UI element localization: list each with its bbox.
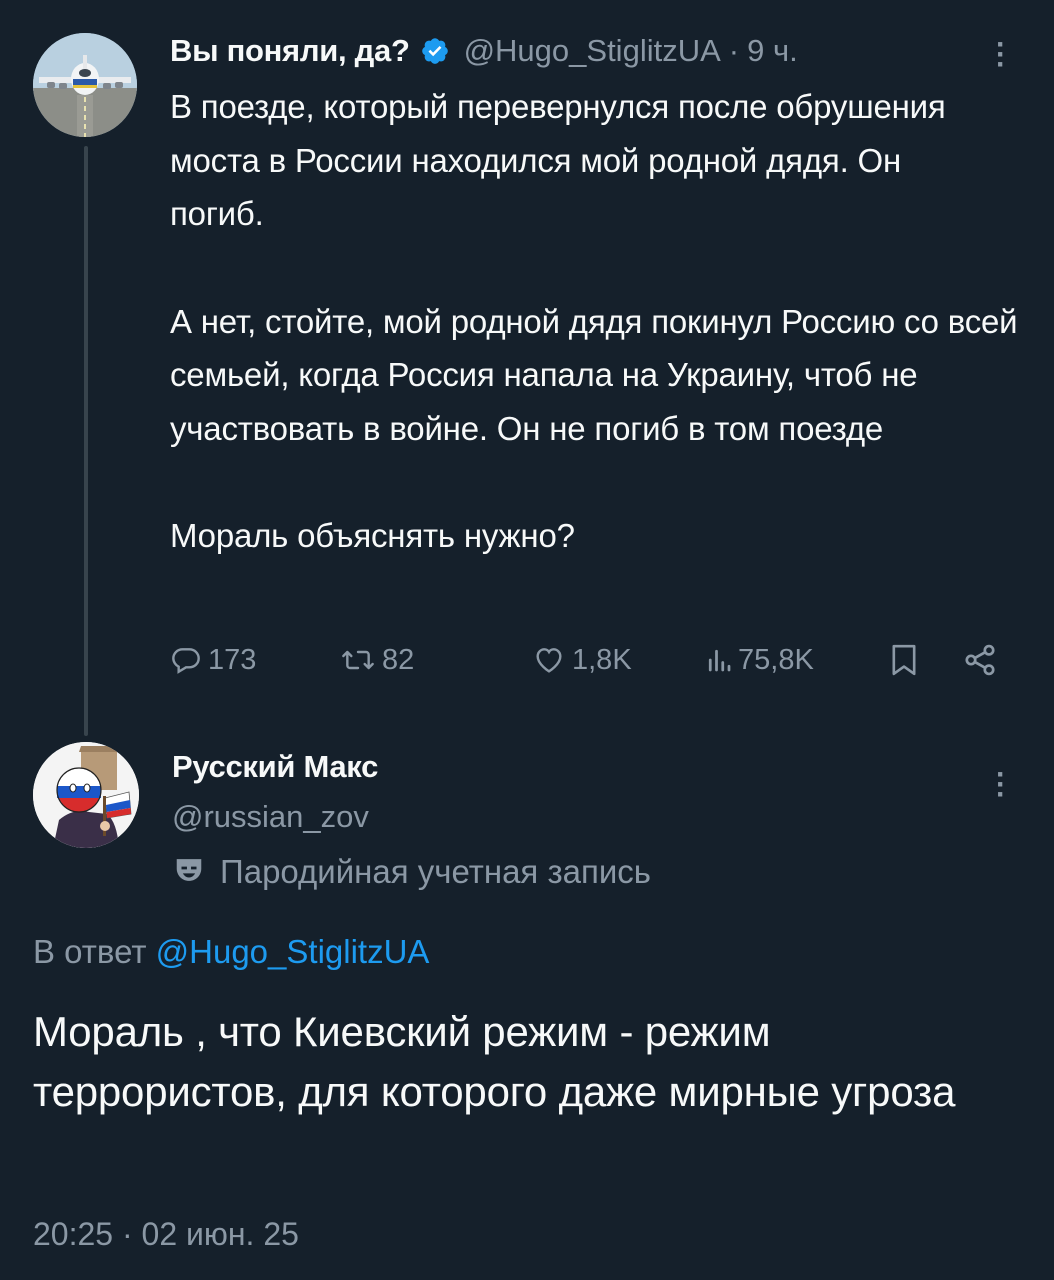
tweet-paragraph: А нет, стойте, мой родной дядя покинул Р… — [170, 302, 1018, 447]
like-button[interactable]: 1,8K — [532, 640, 632, 680]
countryball-avatar-icon — [33, 742, 139, 848]
like-count: 1,8K — [572, 643, 632, 676]
tweet-date[interactable]: 02 июн. 25 — [142, 1216, 299, 1252]
verified-badge-icon — [420, 36, 450, 66]
reply-count: 173 — [208, 643, 257, 676]
views-button[interactable]: 75,8K — [706, 640, 814, 680]
retweet-button[interactable]: 82 — [340, 640, 414, 680]
timestamp[interactable]: 9 ч. — [747, 33, 798, 69]
retweet-icon — [340, 644, 376, 676]
reply-icon — [170, 644, 202, 676]
parody-label: Пародийная учетная запись — [172, 850, 651, 894]
display-name[interactable]: Вы поняли, да? — [170, 33, 410, 69]
handle[interactable]: @russian_zov — [172, 797, 369, 837]
replying-to: В ответ @Hugo_StiglitzUA — [33, 930, 429, 974]
share-icon[interactable] — [962, 642, 998, 683]
airplane-avatar-icon — [33, 33, 137, 137]
display-name[interactable]: Русский Макс — [172, 747, 378, 787]
tweet-meta: 20:25 · 02 июн. 25 — [33, 1212, 299, 1256]
views-chart-icon — [706, 645, 732, 675]
views-count: 75,8K — [738, 643, 814, 676]
avatar[interactable] — [33, 742, 139, 848]
reply-text: Мораль , что Киевский режим - режим терр… — [33, 1008, 956, 1115]
dot-separator: · — [121, 1216, 133, 1252]
tweet-paragraph: Мораль объяснять нужно? — [170, 517, 575, 554]
heart-icon — [532, 644, 566, 676]
tweet-time[interactable]: 20:25 — [33, 1216, 113, 1252]
bookmark-icon[interactable] — [888, 642, 920, 683]
avatar[interactable] — [33, 33, 137, 137]
replying-to-handle[interactable]: @Hugo_StiglitzUA — [156, 933, 430, 970]
tweet-body: В поезде, который перевернулся после обр… — [170, 80, 1030, 563]
thread-line — [84, 146, 88, 736]
replying-prefix: В ответ — [33, 933, 147, 970]
theater-mask-icon — [172, 855, 206, 890]
more-options-icon[interactable]: · · · — [991, 760, 1011, 810]
tweet-header: Вы поняли, да? @Hugo_StiglitzUA · 9 ч. — [170, 29, 798, 73]
reply-button[interactable]: 173 — [170, 640, 256, 680]
dot-separator: · — [728, 33, 740, 68]
tweet-paragraph: В поезде, который перевернулся после обр… — [170, 88, 946, 232]
parody-label-text: Пародийная учетная запись — [220, 853, 651, 890]
more-options-icon[interactable]: · · · — [991, 30, 1011, 80]
handle[interactable]: @Hugo_StiglitzUA — [464, 33, 721, 69]
retweet-count: 82 — [382, 643, 415, 676]
